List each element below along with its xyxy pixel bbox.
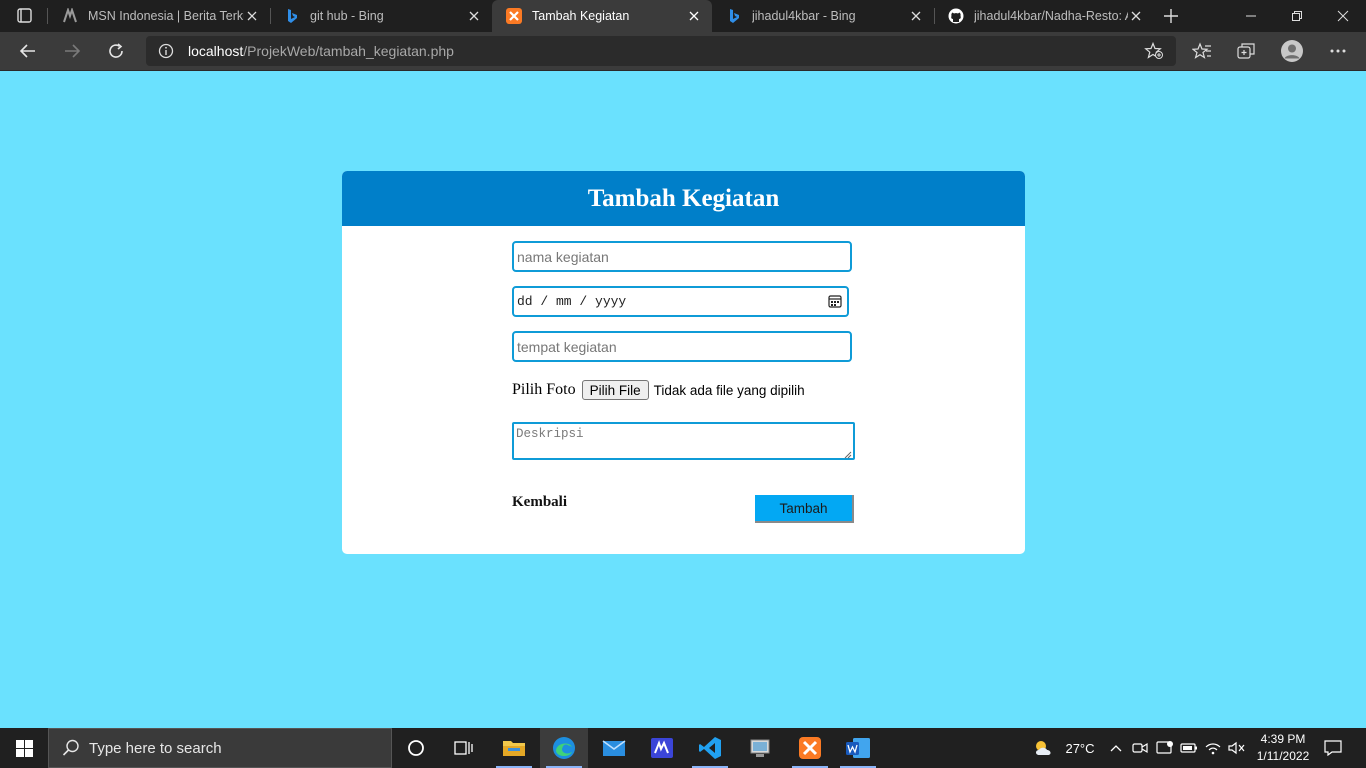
bing-icon — [284, 8, 300, 24]
word-icon[interactable] — [834, 728, 882, 768]
url-host: localhost — [188, 43, 244, 59]
choose-file-button[interactable]: Pilih File — [581, 380, 649, 400]
back-arrow-icon[interactable] — [12, 37, 44, 65]
windows-start-icon[interactable] — [0, 728, 48, 768]
favorites-icon[interactable] — [1186, 37, 1218, 65]
foto-file-row: Pilih Foto Pilih File Tidak ada file yan… — [512, 379, 805, 401]
form-card: Tambah Kegiatan nama kegiatan dd / mm / … — [342, 171, 1025, 554]
profile-avatar-icon[interactable] — [1276, 37, 1308, 65]
nama-kegiatan-input[interactable]: nama kegiatan — [512, 241, 852, 272]
xampp-icon — [506, 8, 522, 24]
new-tab-icon[interactable] — [1160, 6, 1182, 26]
tempat-kegiatan-placeholder: tempat kegiatan — [517, 338, 617, 355]
tab-actions-icon[interactable] — [10, 6, 38, 26]
tab-title: git hub - Bing — [310, 9, 384, 23]
cortana-icon[interactable] — [392, 728, 440, 768]
github-icon — [948, 8, 964, 24]
battery-icon[interactable] — [1178, 728, 1200, 768]
deskripsi-textarea[interactable]: Deskripsi — [512, 422, 855, 460]
url-text: localhost/ProjekWeb/tambah_kegiatan.php — [188, 43, 454, 59]
site-info-icon[interactable] — [158, 43, 174, 59]
address-bar[interactable]: localhost/ProjekWeb/tambah_kegiatan.php — [146, 36, 1176, 66]
add-favorite-icon[interactable] — [1144, 41, 1164, 60]
close-window-icon[interactable] — [1320, 0, 1366, 32]
form-header: Tambah Kegiatan — [342, 171, 1025, 226]
calendar-icon[interactable] — [828, 294, 842, 308]
action-center-icon[interactable] — [1318, 728, 1348, 768]
volume-muted-icon[interactable] — [1226, 728, 1248, 768]
tab-git-hub-bing[interactable]: git hub - Bing — [270, 0, 492, 32]
url-path: /ProjekWeb/tambah_kegiatan.php — [243, 43, 454, 59]
tab-msn[interactable]: MSN Indonesia | Berita Terkini — [48, 0, 270, 32]
meet-now-icon[interactable] — [1130, 728, 1150, 768]
search-placeholder: Type here to search — [89, 739, 222, 757]
resize-grip-icon[interactable] — [844, 449, 852, 459]
tambah-button[interactable]: Tambah — [755, 495, 854, 523]
clock-time: 4:39 PM — [1260, 732, 1306, 746]
refresh-icon[interactable] — [100, 37, 132, 65]
taskbar-search-box[interactable]: Type here to search — [48, 728, 392, 768]
windows-taskbar: Type here to search 27°C 4:39 PM 1/11/20… — [0, 728, 1366, 768]
task-view-icon[interactable] — [440, 728, 488, 768]
chevron-up-icon[interactable] — [1106, 728, 1126, 768]
close-tab-icon[interactable] — [686, 8, 702, 24]
vscode-icon[interactable] — [686, 728, 734, 768]
control-panel-icon[interactable] — [736, 728, 784, 768]
tab-github-nadha-resto[interactable]: jihadul4kbar/Nadha-Resto: Ap — [934, 0, 1154, 32]
kembali-link[interactable]: Kembali — [512, 494, 567, 511]
tab-title: Tambah Kegiatan — [532, 9, 630, 23]
tanggal-placeholder: dd / mm / yyyy — [517, 294, 627, 309]
close-tab-icon[interactable] — [466, 8, 482, 24]
nama-kegiatan-placeholder: nama kegiatan — [517, 248, 609, 265]
temperature-text[interactable]: 27°C — [1060, 728, 1100, 768]
clock-date: 1/11/2022 — [1256, 749, 1310, 763]
restore-icon[interactable] — [1274, 0, 1320, 32]
forward-arrow-icon[interactable] — [56, 37, 88, 65]
notification-badge-icon[interactable] — [1154, 728, 1176, 768]
foto-label: Pilih Foto — [512, 381, 576, 398]
close-tab-icon[interactable] — [1128, 8, 1144, 24]
close-tab-icon[interactable] — [908, 8, 924, 24]
bing-icon — [726, 8, 742, 24]
weather-icon[interactable] — [1030, 728, 1058, 768]
collections-icon[interactable] — [1230, 37, 1262, 65]
close-tab-icon[interactable] — [244, 8, 260, 24]
tab-jihadul4kbar-bing[interactable]: jihadul4kbar - Bing — [712, 0, 934, 32]
address-toolbar: localhost/ProjekWeb/tambah_kegiatan.php — [0, 32, 1366, 71]
minimize-icon[interactable] — [1228, 0, 1274, 32]
more-options-icon[interactable] — [1322, 37, 1354, 65]
search-icon — [61, 738, 81, 758]
system-clock[interactable]: 4:39 PM 1/11/2022 — [1250, 731, 1316, 765]
browser-tab-bar: MSN Indonesia | Berita Terkini git hub -… — [0, 0, 1366, 32]
markdown-app-icon[interactable] — [638, 728, 686, 768]
edge-browser-icon[interactable] — [540, 728, 588, 768]
tab-title: MSN Indonesia | Berita Terkini — [88, 9, 244, 23]
wifi-icon[interactable] — [1202, 728, 1224, 768]
file-explorer-icon[interactable] — [490, 728, 538, 768]
tab-title: jihadul4kbar - Bing — [752, 9, 856, 23]
tab-tambah-kegiatan[interactable]: Tambah Kegiatan — [492, 0, 712, 32]
page-title: Tambah Kegiatan — [587, 184, 780, 212]
deskripsi-placeholder: Deskripsi — [516, 427, 584, 441]
mail-icon[interactable] — [590, 728, 638, 768]
tab-title: jihadul4kbar/Nadha-Resto: Ap — [974, 9, 1128, 23]
tanggal-input[interactable]: dd / mm / yyyy — [512, 286, 849, 317]
xampp-icon[interactable] — [786, 728, 834, 768]
file-status-text: Tidak ada file yang dipilih — [653, 382, 805, 398]
msn-icon — [62, 8, 78, 24]
tempat-kegiatan-input[interactable]: tempat kegiatan — [512, 331, 852, 362]
